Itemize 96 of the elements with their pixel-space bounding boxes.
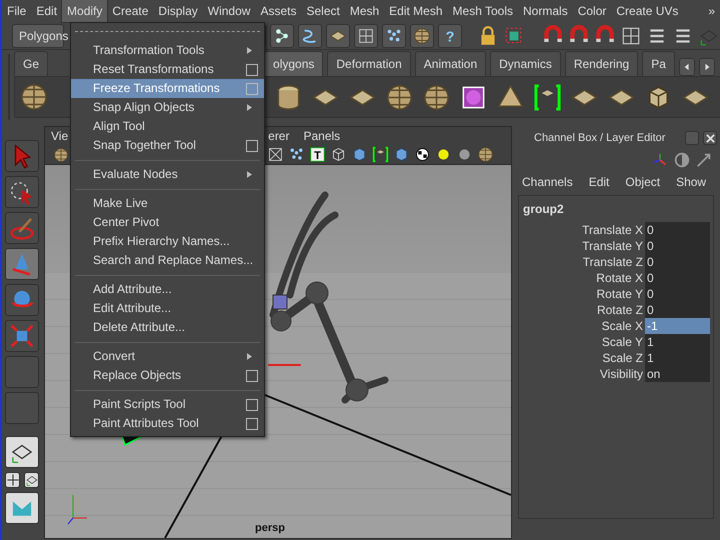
sphere-icon[interactable] <box>412 26 431 44</box>
grid-icon[interactable] <box>356 26 375 44</box>
menu-item[interactable]: Transformation Tools <box>71 41 264 60</box>
channel-value-field[interactable]: 1 <box>645 334 710 350</box>
channel-label: Rotate X <box>595 270 644 286</box>
object-name: group2 <box>522 200 565 218</box>
scroll-right-button[interactable] <box>698 58 715 76</box>
channel-value-field[interactable]: 0 <box>645 302 710 318</box>
arrow-icon <box>682 63 691 71</box>
option-box[interactable] <box>246 64 258 76</box>
wireframe-icon[interactable] <box>267 146 284 163</box>
option-box[interactable] <box>246 140 258 152</box>
shelf-tab[interactable]: Ge <box>14 51 48 76</box>
sphere-icon[interactable] <box>53 146 69 162</box>
shelf-tab[interactable]: Dynamics <box>490 51 561 76</box>
sphere-icon[interactable] <box>477 146 494 163</box>
sphere-icon[interactable] <box>422 82 451 112</box>
close-button[interactable] <box>703 131 717 146</box>
menu-item[interactable]: Select <box>301 0 345 22</box>
panel-menu-item[interactable]: Vie <box>51 127 68 145</box>
channel-label: Scale Z <box>601 350 644 366</box>
menu-item[interactable]: Align Tool <box>71 117 264 136</box>
option-box[interactable] <box>246 370 258 382</box>
panel-title: Channel Box / Layer Editor <box>534 131 666 146</box>
channel-value-field[interactable]: 0 <box>645 222 710 238</box>
checker-ball-icon[interactable] <box>414 146 431 163</box>
channel-label: Visibility <box>598 366 644 382</box>
shelf-tab[interactable]: Deformation <box>327 51 411 76</box>
camera-label: persp <box>255 522 285 534</box>
menu-item[interactable]: Make Live <box>71 194 264 213</box>
axes-icon <box>68 494 88 524</box>
menu-item[interactable]: Paint Scripts Tool <box>71 395 264 414</box>
channel-label: Translate Z <box>582 254 644 270</box>
more-menus-button[interactable]: » <box>703 0 720 22</box>
menu-item[interactable]: Paint Attributes Tool <box>71 414 264 433</box>
menu-item[interactable]: Edit Attribute... <box>71 299 264 318</box>
channel-menu-item[interactable]: Show <box>676 172 706 190</box>
channel-value-field[interactable]: 0 <box>645 270 710 286</box>
menu-item[interactable]: Add Attribute... <box>71 280 264 299</box>
menu-item[interactable]: Snap Align Objects <box>71 98 264 117</box>
menu-item[interactable]: Replace Objects <box>71 366 264 385</box>
channel-label: Scale Y <box>600 334 644 350</box>
menu-item[interactable]: File <box>2 0 32 22</box>
half-circle-icon[interactable] <box>673 150 691 168</box>
menu-item[interactable]: Evaluate Nodes <box>71 165 264 184</box>
channel-label: Rotate Z <box>596 302 644 318</box>
menu-item[interactable]: Assets <box>255 0 302 22</box>
menu-item[interactable]: Center Pivot <box>71 213 264 232</box>
option-box[interactable] <box>246 418 258 430</box>
scroll-left-button[interactable] <box>678 58 695 76</box>
shelf-tab[interactable]: Rendering <box>564 51 638 76</box>
channel-value-field[interactable]: 1 <box>645 350 710 366</box>
bracket-icon[interactable] <box>533 82 562 112</box>
sphere-icon[interactable] <box>385 82 414 112</box>
channel-label: Rotate Y <box>596 286 644 302</box>
channel-label: Translate Y <box>581 238 644 254</box>
menu-item[interactable]: Convert <box>71 347 264 366</box>
menu-item[interactable]: Mesh Tools <box>448 0 518 22</box>
shelf-tab[interactable]: Animation <box>414 51 486 76</box>
option-box[interactable] <box>246 398 258 410</box>
arrow-icon <box>702 63 711 71</box>
menu-item[interactable]: Search and Replace Names... <box>71 251 264 270</box>
shelf-tab[interactable]: olygons <box>264 51 324 76</box>
menu-item[interactable]: Window <box>202 0 256 22</box>
menu-item[interactable]: Edit Mesh <box>384 0 448 22</box>
text-toggle-icon[interactable]: T <box>309 146 326 163</box>
menu-item[interactable]: Modify <box>62 0 108 22</box>
menu-item[interactable]: Reset Transformations <box>71 60 264 79</box>
channel-label: Translate X <box>581 222 644 238</box>
panel-menu-item[interactable]: erer <box>268 127 290 145</box>
shelf-tab[interactable]: Pa <box>642 51 675 76</box>
pointer-arrow-icon[interactable] <box>695 150 713 168</box>
menu-item[interactable]: Normals <box>518 0 573 22</box>
channel-menu-item[interactable]: Channels <box>522 172 573 190</box>
channel-label: Scale X <box>600 318 644 334</box>
menu-item[interactable]: Snap Together Tool <box>71 136 264 155</box>
menu-item[interactable]: Color <box>572 0 612 22</box>
channel-value-field[interactable]: on <box>645 366 710 382</box>
channel-value-field[interactable]: -1 <box>645 318 710 334</box>
cube-icon[interactable] <box>330 146 347 163</box>
dots-icon[interactable] <box>384 26 403 44</box>
bracket-icon[interactable] <box>372 146 389 163</box>
channel-menu-item[interactable]: Object <box>625 172 660 190</box>
sphere-icon[interactable] <box>19 82 49 112</box>
menu-item[interactable]: Delete Attribute... <box>71 318 264 337</box>
menu-item[interactable]: Prefix Hierarchy Names... <box>71 232 264 251</box>
channel-value-field[interactable]: 0 <box>645 238 710 254</box>
menu-item[interactable]: Create UVs <box>611 0 684 22</box>
channel-value-field[interactable]: 0 <box>645 286 710 302</box>
menu-item[interactable]: Edit <box>31 0 62 22</box>
menu-item[interactable]: Create <box>107 0 154 22</box>
panel-menu-item[interactable]: Panels <box>303 127 340 145</box>
channel-menu-item[interactable]: Edit <box>588 172 610 190</box>
channel-value-field[interactable]: 0 <box>645 254 710 270</box>
menu-item[interactable]: Display <box>153 0 203 22</box>
menu-item[interactable]: Mesh <box>344 0 384 22</box>
